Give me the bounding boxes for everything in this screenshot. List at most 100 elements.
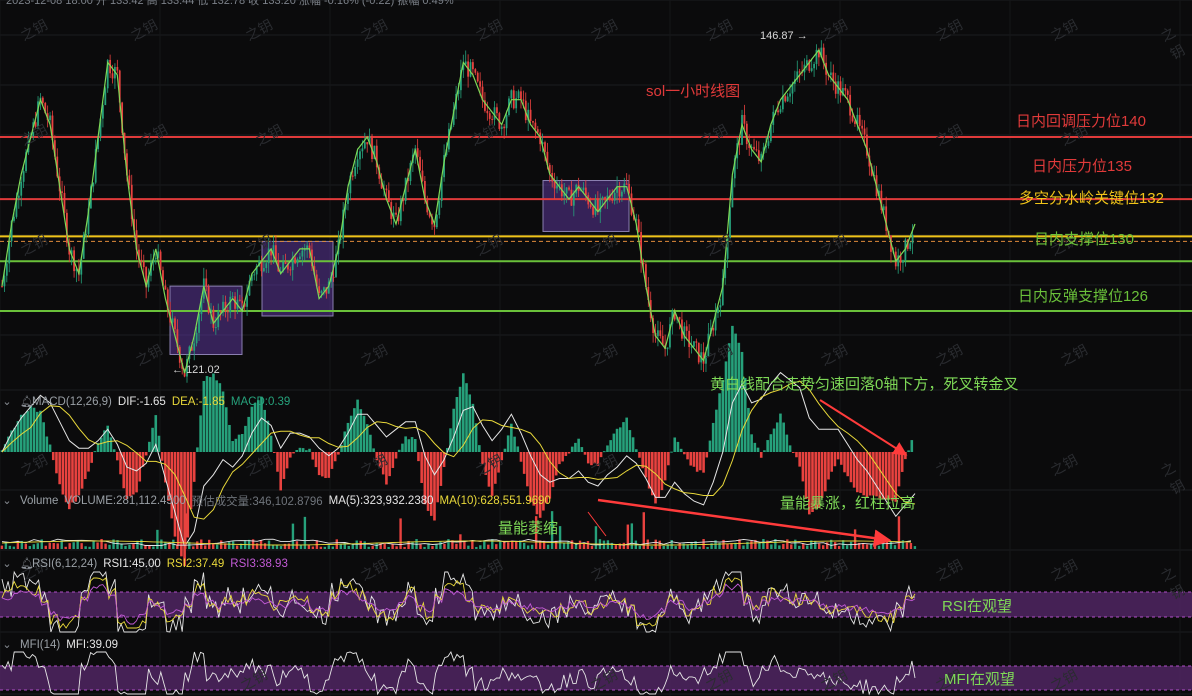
volume-bar (48, 542, 51, 549)
candle-body (363, 142, 366, 149)
volume-bar (235, 545, 239, 549)
volume-bar (499, 540, 502, 549)
volume-bar (893, 545, 897, 549)
macd-bar (500, 452, 504, 461)
macd-bar (292, 452, 295, 454)
macd-bar (513, 436, 516, 452)
macd-bar (378, 452, 382, 468)
volume-bar (786, 539, 789, 549)
candle-body (241, 300, 244, 304)
volume-bar (148, 545, 151, 549)
macd-bar (596, 452, 600, 466)
volume-ma10: MA(10):628,551.9690 (439, 495, 551, 507)
candle-body (289, 269, 292, 271)
volume-bar (515, 541, 518, 549)
macd-value: MACD:0.39 (230, 396, 291, 408)
macd-bar (628, 430, 632, 452)
candle-body (323, 287, 325, 291)
candle-body (625, 183, 628, 185)
macd-bar (490, 452, 494, 496)
macd-bar (39, 410, 42, 452)
volume-bar (554, 540, 558, 549)
macd-bar (282, 452, 286, 479)
candle-body (844, 88, 847, 91)
macd-bar (298, 447, 302, 452)
volume-bar (152, 546, 155, 549)
macd-bar (135, 452, 138, 493)
candle-body (882, 206, 885, 211)
level-label-126: 日内反弹支撑位126 (1017, 288, 1148, 305)
collapse-icon[interactable]: ⌄ (0, 557, 14, 571)
collapse-icon[interactable]: ⌄ (0, 395, 14, 409)
candle-body (572, 193, 575, 206)
volume-bar (287, 543, 291, 549)
candle-body (556, 185, 558, 189)
candle-body (618, 186, 621, 197)
macd-bar (695, 452, 699, 472)
candle-body (395, 212, 397, 215)
macd-bar (48, 444, 52, 452)
candle-body (361, 148, 364, 152)
volume-bar (562, 542, 566, 549)
volume-bar (905, 542, 909, 549)
collapse-icon[interactable]: ⌄ (0, 494, 14, 508)
macd-header: ⌄ 🔔︎ MACD(12,26,9) DIF:-1.65 DEA:-1.85 M… (0, 393, 290, 411)
volume-bar (526, 545, 530, 549)
rsi-2: RSI2:37.49 (166, 558, 225, 570)
candle-body (902, 260, 904, 263)
macd-bar (58, 452, 61, 485)
macd-bar (561, 452, 564, 462)
kline-chart[interactable] (0, 0, 1192, 696)
macd-bar (618, 427, 622, 452)
macd-bar (215, 380, 218, 452)
candle-body (688, 330, 691, 347)
high-marker: 146.87 → (760, 30, 808, 42)
candle-body (695, 341, 698, 343)
macd-bar (615, 428, 619, 452)
volume-bar (778, 545, 781, 549)
candle-body (284, 261, 287, 264)
macd-bar (519, 452, 523, 462)
macd-bar (90, 452, 93, 463)
volume-bar (196, 541, 199, 549)
macd-bar (795, 452, 798, 458)
volume-bar (698, 546, 701, 549)
volume-bar (455, 543, 458, 549)
volume-bar (32, 544, 35, 549)
macd-bar (349, 415, 353, 452)
macd-bar (397, 449, 401, 452)
candle-body (693, 341, 695, 347)
macd-bar (148, 441, 151, 452)
candle-body (142, 261, 145, 268)
volume-bar (92, 541, 95, 549)
candle-body (421, 170, 424, 181)
candle-body (438, 200, 441, 215)
volume-annotation-left: 量能萎缩 (498, 520, 559, 537)
candle-body (553, 181, 556, 189)
candle-body (520, 91, 522, 100)
candle-body (275, 245, 277, 260)
macd-bar (622, 422, 625, 452)
collapse-icon[interactable]: ⌄ (0, 638, 14, 652)
candle-body (503, 126, 506, 129)
candle-body (620, 191, 623, 197)
macd-dif: DIF:-1.65 (117, 396, 166, 408)
volume-bar (204, 545, 207, 549)
volume-bar (347, 546, 350, 549)
macd-title: MACD(12,26,9) (32, 396, 112, 408)
macd-bar (100, 437, 103, 452)
candle-body (476, 72, 479, 82)
macd-bar (494, 452, 497, 484)
macd-bar (554, 452, 558, 476)
volume-bar (650, 546, 653, 549)
volume-bar (339, 544, 342, 549)
candle-body (813, 63, 815, 69)
macd-bar (346, 422, 350, 452)
macd-bar (234, 438, 238, 452)
mfi-header: ⌄ MFI(14) MFI:39.09 (0, 636, 118, 654)
macd-bar (840, 452, 843, 465)
candle-body (296, 259, 299, 264)
candle-body (1, 286, 3, 288)
candle-body (719, 305, 722, 308)
macd-bar (353, 408, 356, 452)
